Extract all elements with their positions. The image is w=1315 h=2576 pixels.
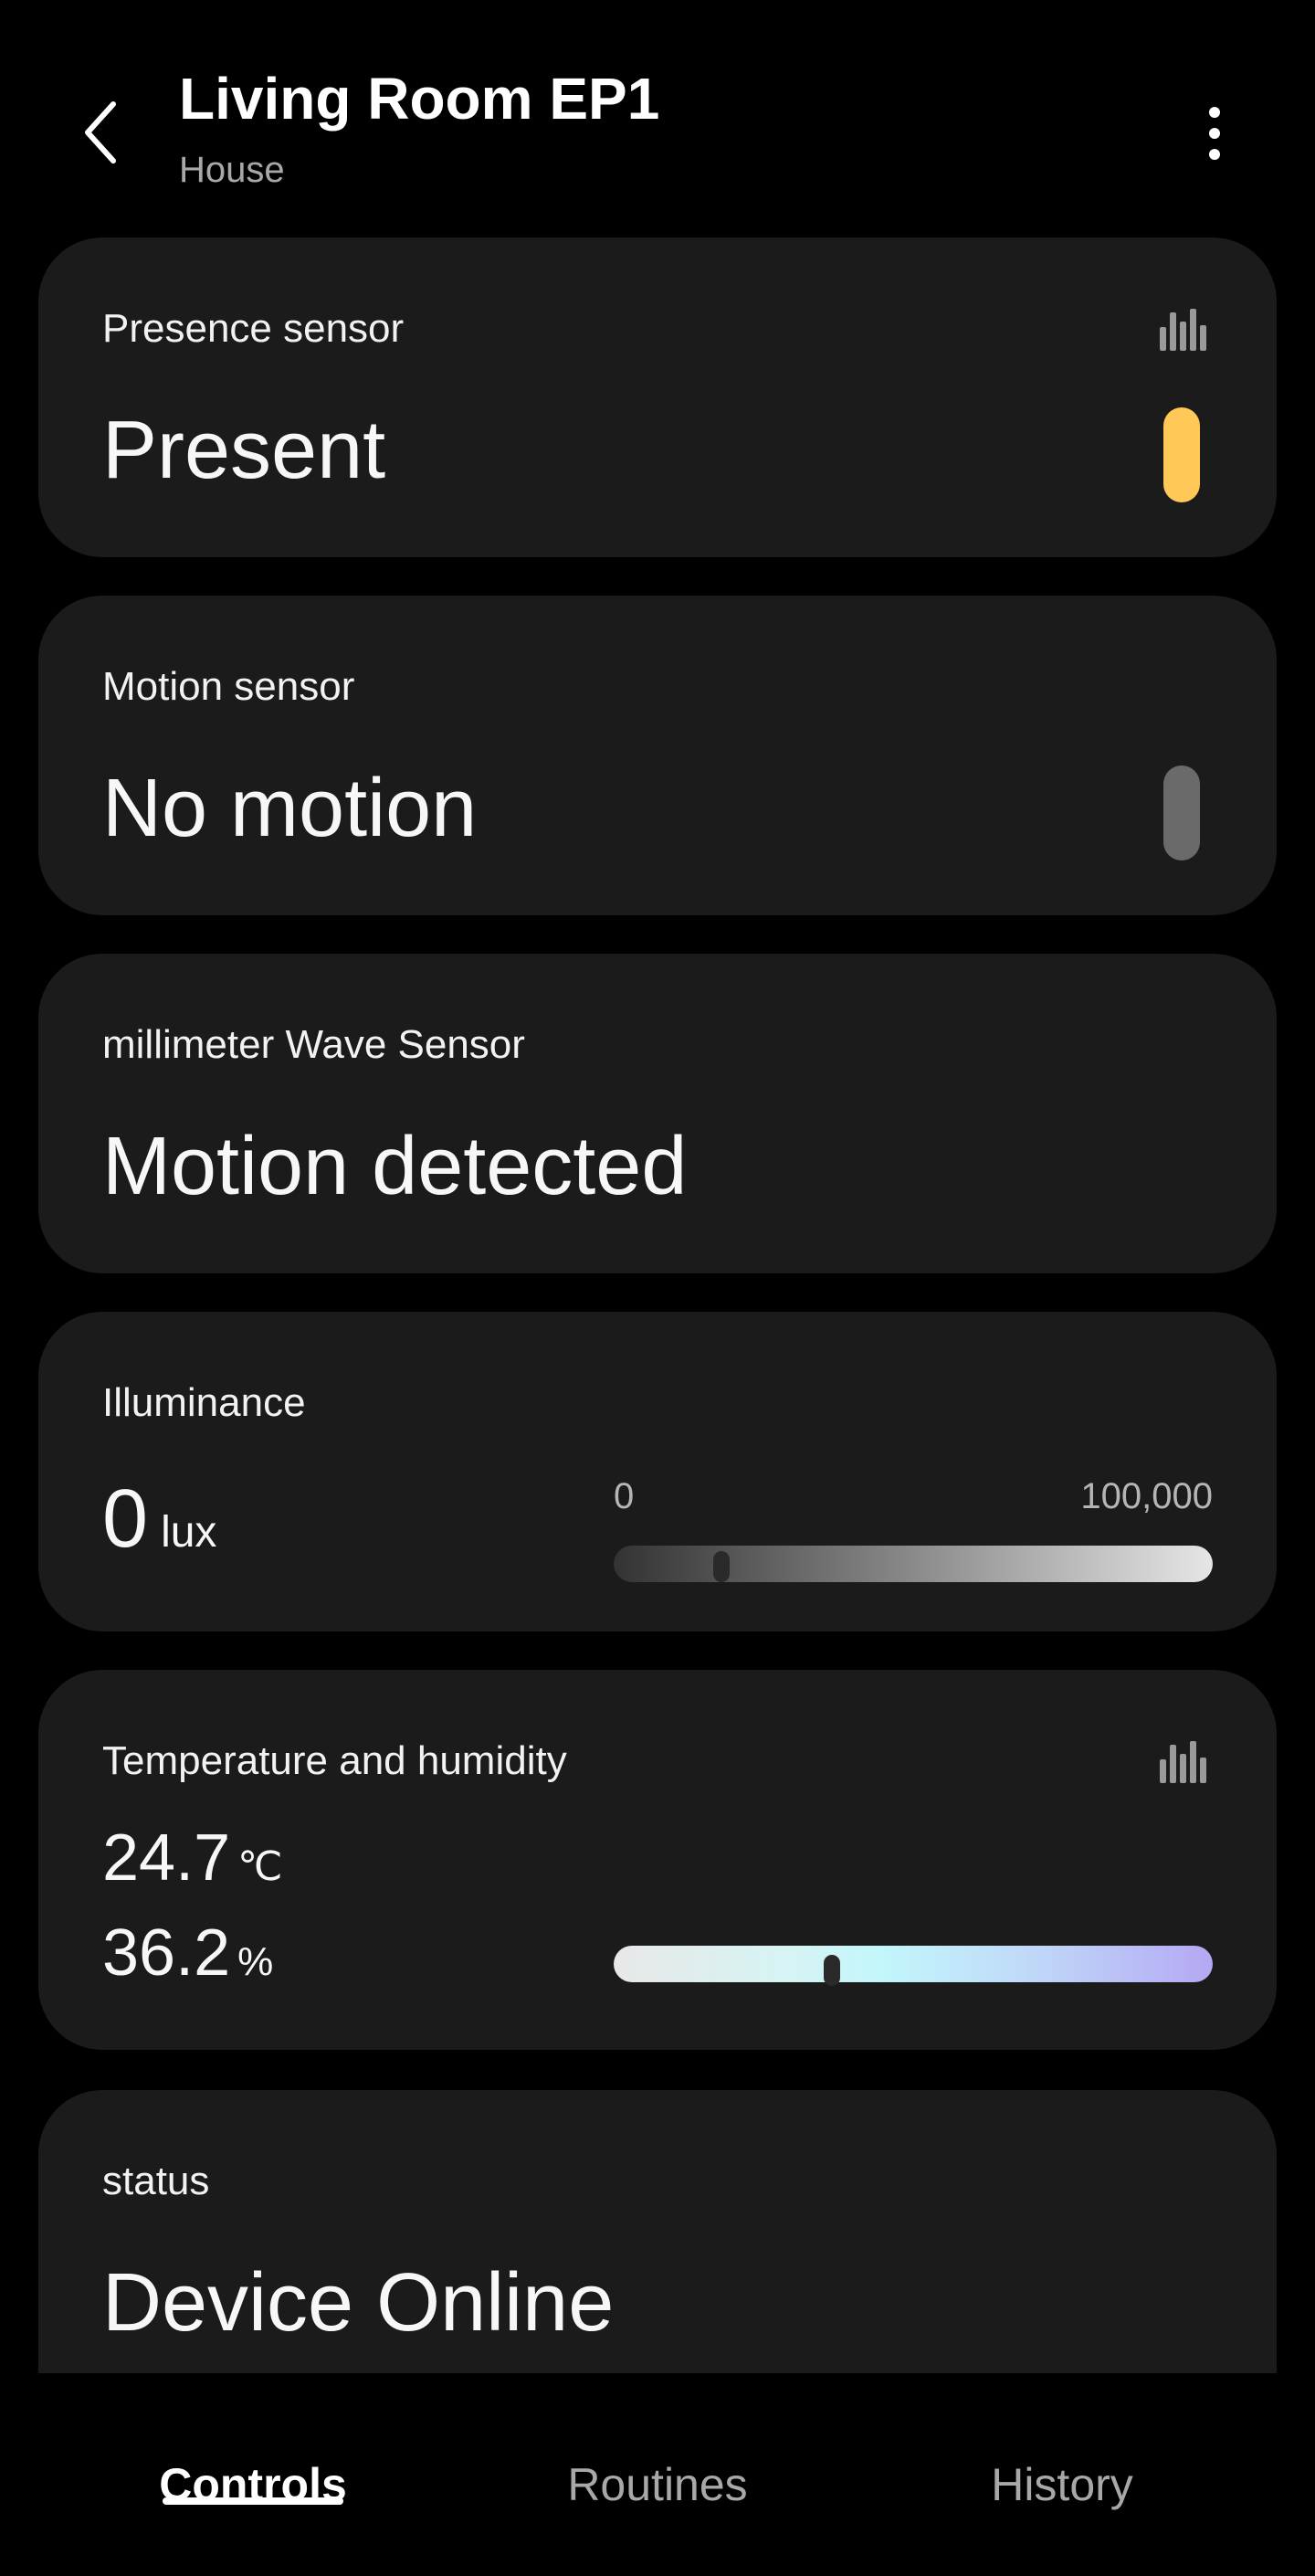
range-min-label: 0: [614, 1476, 635, 1516]
motion-indicator: [1163, 765, 1200, 860]
temperature-value: 24.7: [102, 1821, 231, 1895]
humidity-unit: %: [237, 1939, 274, 1984]
card-label: Illuminance: [102, 1380, 306, 1425]
illuminance-bar: [614, 1546, 1213, 1582]
bottom-tab-bar: Controls Routines History: [0, 2373, 1315, 2576]
card-label: Temperature and humidity: [102, 1738, 567, 1783]
temperature-humidity-card[interactable]: Temperature and humidity 24.7 ℃ 36.2%: [38, 1670, 1277, 2050]
humidity-value: 36.2: [102, 1916, 231, 1990]
header: Living Room EP1 House: [0, 0, 1315, 228]
tab-history[interactable]: History: [991, 2457, 1133, 2512]
mmwave-value: Motion detected: [102, 1121, 688, 1212]
more-options-button[interactable]: [1187, 97, 1242, 170]
page-subtitle: House: [179, 150, 285, 190]
chevron-left-icon: [85, 101, 116, 164]
mmwave-sensor-card[interactable]: millimeter Wave Sensor Motion detected: [38, 954, 1277, 1273]
illuminance-unit: lux: [161, 1508, 217, 1557]
back-button[interactable]: [64, 91, 137, 174]
humidity-level-marker: [824, 1955, 841, 1986]
tab-routines[interactable]: Routines: [567, 2457, 747, 2512]
motion-value: No motion: [102, 763, 478, 854]
card-label: Motion sensor: [102, 664, 355, 709]
bar-chart-icon[interactable]: [1160, 1741, 1207, 1783]
card-label: millimeter Wave Sensor: [102, 1022, 525, 1067]
card-label: status: [102, 2159, 210, 2203]
temperature-unit: ℃: [237, 1844, 283, 1889]
humidity-reading: 36.2%: [102, 1920, 273, 1986]
illuminance-value: 0: [102, 1473, 149, 1565]
active-tab-indicator: [163, 2497, 343, 2505]
range-max-label: 100,000: [1080, 1476, 1213, 1516]
card-label: Presence sensor: [102, 306, 405, 351]
motion-sensor-card[interactable]: Motion sensor No motion: [38, 596, 1277, 915]
temperature-reading: 24.7 ℃: [102, 1825, 283, 1891]
bar-chart-icon[interactable]: [1160, 309, 1207, 351]
illuminance-level-marker: [713, 1551, 731, 1582]
status-value: Device Online: [102, 2257, 615, 2349]
page-title: Living Room EP1: [179, 66, 660, 132]
presence-value: Present: [102, 405, 386, 496]
more-vertical-icon: [1209, 107, 1220, 160]
illuminance-card[interactable]: Illuminance 0 lux 0 100,000: [38, 1312, 1277, 1631]
presence-sensor-card[interactable]: Presence sensor Present: [38, 238, 1277, 557]
presence-indicator: [1163, 407, 1200, 502]
humidity-bar: [614, 1946, 1213, 1982]
illuminance-reading: 0 lux: [102, 1478, 216, 1560]
